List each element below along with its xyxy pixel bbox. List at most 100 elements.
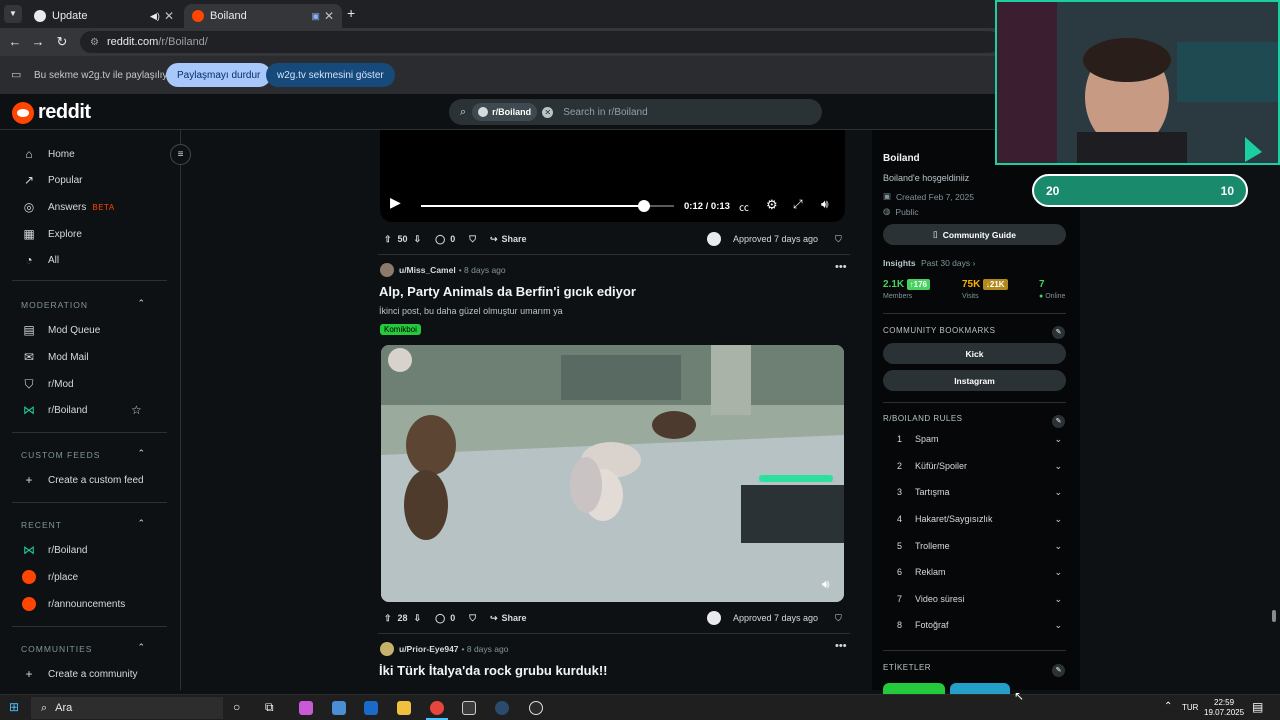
- recent-r-announcements[interactable]: r/announcements: [22, 594, 125, 614]
- author-name[interactable]: u/Prior-Eye947: [399, 644, 459, 654]
- community-guide-button[interactable]: ▯ Community Guide: [883, 224, 1066, 245]
- stop-sharing-button[interactable]: Paylaşmayı durdur: [166, 63, 272, 87]
- tray-chevron-icon[interactable]: ⌃: [1164, 701, 1172, 712]
- mod-shield-button[interactable]: ⛉: [469, 234, 476, 245]
- nav-explore[interactable]: ▦ Explore: [22, 224, 82, 244]
- input-language[interactable]: TUR: [1182, 703, 1198, 712]
- nav-all[interactable]: ◔ All: [22, 250, 59, 270]
- create-community[interactable]: + Create a community: [22, 664, 137, 684]
- taskbar-search[interactable]: ⌕ Ara: [31, 697, 223, 719]
- nav-popular[interactable]: ↗ Popular: [22, 170, 83, 190]
- windows-start-icon[interactable]: ⊞: [9, 700, 19, 714]
- volume-icon[interactable]: 🔊︎: [821, 197, 829, 212]
- forward-icon[interactable]: →: [26, 34, 50, 49]
- edit-tags-icon[interactable]: ✎: [1052, 664, 1065, 677]
- rule-item[interactable]: 3 Tartışma ⌄: [897, 487, 1062, 497]
- store-icon[interactable]: [462, 701, 476, 715]
- system-clock[interactable]: 22:59 19.07.2025: [1204, 698, 1244, 718]
- chevron-down-icon[interactable]: ⌄: [1054, 541, 1062, 552]
- edit-bookmarks-icon[interactable]: ✎: [1052, 326, 1065, 339]
- tab-boiland[interactable]: Boiland ▣ ✕: [184, 4, 342, 28]
- nav-r-boiland[interactable]: ⋈ r/Boiland: [22, 400, 87, 420]
- chevron-up-icon[interactable]: ⌃: [137, 518, 145, 529]
- mod-shield-button[interactable]: ⛉: [469, 613, 476, 624]
- post-author[interactable]: u/Prior-Eye947 • 8 days ago: [380, 642, 508, 656]
- custom-feeds-heading[interactable]: CUSTOM FEEDS: [21, 450, 100, 460]
- more-options-icon[interactable]: •••: [835, 640, 847, 652]
- recent-r-boiland[interactable]: ⋈ r/Boiland: [22, 540, 87, 560]
- moderation-heading[interactable]: MODERATION: [21, 300, 88, 310]
- page-scrollbar[interactable]: [1271, 130, 1277, 690]
- cortana-icon[interactable]: ○: [233, 700, 240, 714]
- chrome-icon[interactable]: [430, 701, 444, 715]
- address-bar[interactable]: ⚙ reddit.com/r/Boiland/: [80, 31, 1000, 53]
- post-flair[interactable]: Komikboi: [380, 324, 421, 335]
- steam-icon[interactable]: [495, 701, 509, 715]
- new-tab-button[interactable]: +: [347, 5, 355, 21]
- back-icon[interactable]: ←: [3, 34, 27, 49]
- share-button[interactable]: ↪ Share: [490, 613, 527, 624]
- outlook-icon[interactable]: [364, 701, 378, 715]
- chevron-up-icon[interactable]: ⌃: [137, 448, 145, 459]
- nav-mod-queue[interactable]: ▤ Mod Queue: [22, 320, 100, 340]
- scrollbar-thumb[interactable]: [1272, 610, 1276, 622]
- rule-item[interactable]: 5 Trolleme ⌄: [897, 541, 1062, 551]
- search-bar[interactable]: ⌕ r/Boiland ✕ Search in r/Boiland: [449, 99, 822, 125]
- site-info-icon[interactable]: ⚙: [90, 37, 99, 48]
- seek-handle[interactable]: [637, 200, 650, 212]
- subreddit-chip[interactable]: r/Boiland: [472, 103, 538, 121]
- recent-r-place[interactable]: r/place: [22, 567, 78, 587]
- tab-update[interactable]: Update ◀) ✕: [26, 4, 182, 28]
- tab-list-button[interactable]: ▼: [4, 5, 22, 23]
- nav-mod-mail[interactable]: ✉ Mod Mail: [22, 347, 89, 367]
- downvote-icon[interactable]: ⇩: [414, 613, 422, 624]
- notifications-icon[interactable]: ▤: [1252, 700, 1263, 714]
- bookmark-kick[interactable]: Kick: [883, 343, 1066, 364]
- mod-actions-icon[interactable]: ⛉: [835, 613, 842, 624]
- chevron-down-icon[interactable]: ⌄: [1054, 620, 1062, 631]
- captions-icon[interactable]: ㏄: [739, 199, 749, 214]
- downvote-icon[interactable]: ⇩: [414, 234, 422, 245]
- rule-item[interactable]: 6 Reklam ⌄: [897, 567, 1062, 577]
- recent-heading[interactable]: RECENT: [21, 520, 62, 530]
- settings-icon[interactable]: ⚙: [766, 197, 778, 213]
- chevron-up-icon[interactable]: ⌃: [137, 298, 145, 309]
- chevron-down-icon[interactable]: ⌄: [1054, 514, 1062, 525]
- reload-icon[interactable]: ↻: [50, 34, 74, 50]
- edit-rules-icon[interactable]: ✎: [1052, 415, 1065, 428]
- chevron-down-icon[interactable]: ⌄: [1054, 594, 1062, 605]
- chevron-down-icon[interactable]: ⌄: [1054, 434, 1062, 445]
- create-custom-feed[interactable]: + Create a custom feed: [22, 470, 143, 490]
- upvote-icon[interactable]: ⇧: [384, 613, 392, 624]
- chevron-down-icon[interactable]: ⌄: [1054, 487, 1062, 498]
- rule-item[interactable]: 8 Fotoğraf ⌄: [897, 620, 1062, 630]
- nav-r-mod[interactable]: ⛉ r/Mod: [22, 374, 73, 394]
- fullscreen-icon[interactable]: ⤢: [793, 197, 803, 212]
- show-tab-button[interactable]: w2g.tv sekmesini göster: [266, 63, 395, 87]
- seek-bar[interactable]: [421, 205, 674, 207]
- author-name[interactable]: u/Miss_Camel: [399, 265, 456, 275]
- comments-button[interactable]: ◯ 0: [435, 234, 455, 245]
- rule-item[interactable]: 4 Hakaret/Saygısızlık ⌄: [897, 514, 1062, 524]
- insights-header[interactable]: Insights Past 30 days ›: [883, 258, 975, 268]
- file-explorer-icon[interactable]: [397, 701, 411, 715]
- chevron-up-icon[interactable]: ⌃: [137, 642, 145, 653]
- communities-heading[interactable]: COMMUNITIES: [21, 644, 92, 654]
- nav-answers[interactable]: ◎ Answers BETA: [22, 197, 115, 217]
- copilot-icon[interactable]: [299, 701, 313, 715]
- post-title[interactable]: Alp, Party Animals da Berfin'i gıcık edi…: [379, 284, 636, 299]
- task-view-icon[interactable]: ⧉: [265, 700, 274, 715]
- nav-home[interactable]: ⌂ Home: [22, 144, 74, 164]
- share-button[interactable]: ↪ Share: [490, 234, 527, 245]
- app-icon[interactable]: [332, 701, 346, 715]
- more-options-icon[interactable]: •••: [835, 261, 847, 273]
- post-author[interactable]: u/Miss_Camel • 8 days ago: [380, 263, 506, 277]
- volume-icon[interactable]: 🔊︎: [822, 577, 830, 592]
- chevron-down-icon[interactable]: ⌄: [1054, 567, 1062, 578]
- star-icon[interactable]: ☆: [131, 403, 142, 417]
- bookmark-instagram[interactable]: Instagram: [883, 370, 1066, 391]
- rule-item[interactable]: 1 Spam ⌄: [897, 434, 1062, 444]
- post-video[interactable]: 🔊︎: [381, 345, 844, 602]
- play-icon[interactable]: ▶: [390, 194, 401, 211]
- mod-actions-icon[interactable]: ⛉: [835, 234, 842, 245]
